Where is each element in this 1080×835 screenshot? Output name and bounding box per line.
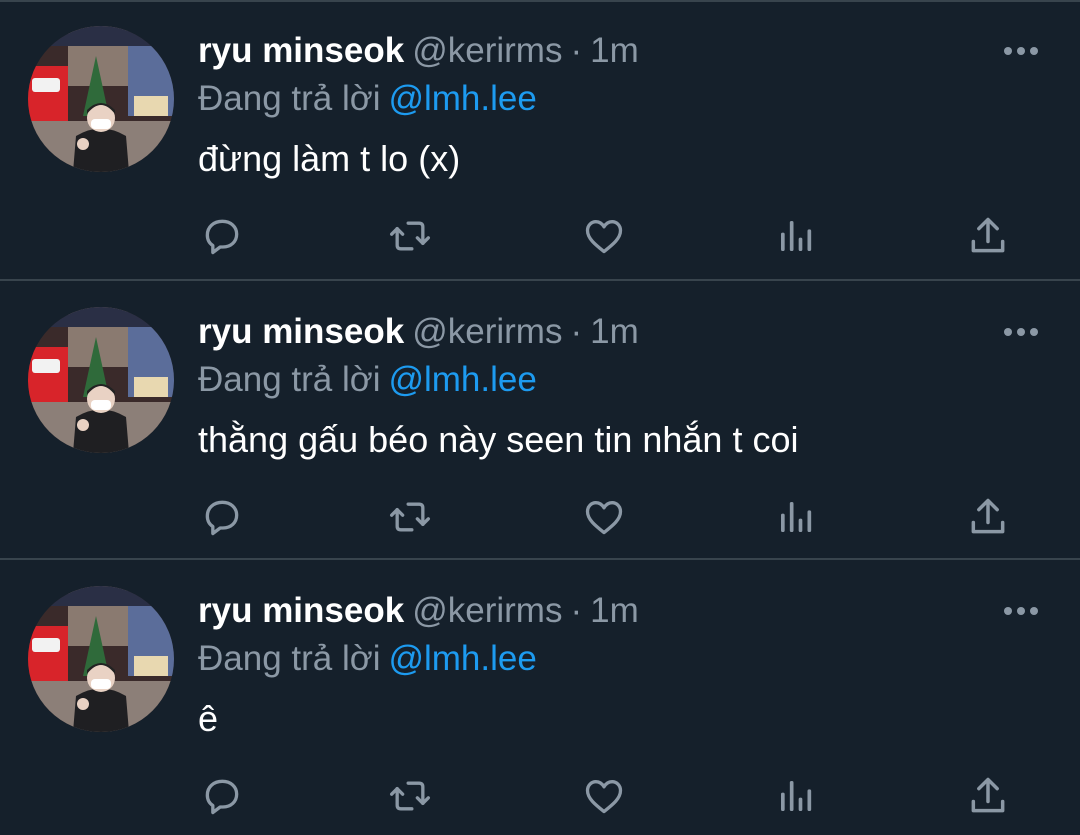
avatar[interactable] [28, 586, 174, 732]
retweet-button[interactable] [386, 493, 434, 541]
tweet-text: ê [198, 698, 219, 739]
more-options-button[interactable] [1000, 36, 1042, 66]
retweet-icon [390, 502, 430, 532]
replying-to-label: Đang trả lời [198, 360, 381, 399]
tweet[interactable]: ryu minseok @kerirms · 1m Đang trả lời @lmh.… [0, 281, 1080, 558]
replying-to: Đang trả lời @lmh.lee [198, 78, 537, 120]
replying-to-label: Đang trả lời [198, 639, 381, 678]
tweet[interactable]: ryu minseok @kerirms · 1m Đang trả lời @lmh.… [0, 560, 1080, 835]
replying-to: Đang trả lời @lmh.lee [198, 638, 537, 680]
heart-icon [585, 780, 623, 814]
tweet-header: ryu minseok @kerirms · 1m [198, 311, 639, 353]
share-upload-icon [971, 498, 1005, 534]
reply-button[interactable] [198, 772, 246, 820]
retweet-icon [390, 221, 430, 251]
views-button[interactable] [772, 772, 820, 820]
analytics-bars-icon [781, 781, 812, 811]
more-options-button[interactable] [1000, 317, 1042, 347]
reply-bubble-icon [205, 219, 239, 255]
timestamp[interactable]: 1m [590, 591, 639, 630]
like-button[interactable] [580, 212, 628, 260]
display-name[interactable]: ryu minseok [198, 591, 404, 630]
tweet-text: đừng làm t lo (x) [198, 138, 461, 179]
display-name[interactable]: ryu minseok [198, 312, 404, 351]
like-button[interactable] [580, 493, 628, 541]
share-button[interactable] [964, 493, 1012, 541]
separator-dot: · [570, 591, 583, 630]
avatar[interactable] [28, 307, 174, 453]
avatar[interactable] [28, 26, 174, 172]
heart-icon [585, 501, 623, 535]
tweet-actions [190, 772, 1030, 820]
user-handle[interactable]: @kerirms [412, 312, 562, 351]
share-button[interactable] [964, 212, 1012, 260]
like-button[interactable] [580, 772, 628, 820]
reply-to-handle-link[interactable]: @lmh.lee [388, 79, 536, 118]
timestamp[interactable]: 1m [590, 31, 639, 70]
heart-icon [585, 220, 623, 254]
user-handle[interactable]: @kerirms [412, 591, 562, 630]
tweet-actions [190, 212, 1030, 260]
reply-to-handle-link[interactable]: @lmh.lee [388, 360, 536, 399]
more-options-button[interactable] [1000, 596, 1042, 626]
more-dots-icon [1004, 47, 1038, 55]
reply-bubble-icon [205, 779, 239, 815]
share-button[interactable] [964, 772, 1012, 820]
tweet-header: ryu minseok @kerirms · 1m [198, 30, 639, 72]
reply-button[interactable] [198, 493, 246, 541]
reply-button[interactable] [198, 212, 246, 260]
views-button[interactable] [772, 212, 820, 260]
replying-to: Đang trả lời @lmh.lee [198, 359, 537, 401]
tweet-actions [190, 493, 1030, 541]
share-upload-icon [971, 217, 1005, 253]
display-name[interactable]: ryu minseok [198, 31, 404, 70]
retweet-icon [390, 781, 430, 811]
replying-to-label: Đang trả lời [198, 79, 381, 118]
separator-dot: · [570, 31, 583, 70]
analytics-bars-icon [781, 221, 812, 251]
analytics-bars-icon [781, 502, 812, 532]
tweet-text: thằng gấu béo này seen tin nhắn t coi [198, 419, 799, 460]
tweet[interactable]: ryu minseok @kerirms · 1m Đang trả lời @lmh.… [0, 0, 1080, 279]
reply-to-handle-link[interactable]: @lmh.lee [388, 639, 536, 678]
reply-bubble-icon [205, 500, 239, 536]
user-handle[interactable]: @kerirms [412, 31, 562, 70]
retweet-button[interactable] [386, 212, 434, 260]
tweet-header: ryu minseok @kerirms · 1m [198, 590, 639, 632]
share-upload-icon [971, 777, 1005, 813]
views-button[interactable] [772, 493, 820, 541]
tweet-feed: ryu minseok @kerirms · 1m Đang trả lời @lmh.… [0, 0, 1080, 835]
more-dots-icon [1004, 607, 1038, 615]
timestamp[interactable]: 1m [590, 312, 639, 351]
separator-dot: · [570, 312, 583, 351]
more-dots-icon [1004, 328, 1038, 336]
retweet-button[interactable] [386, 772, 434, 820]
